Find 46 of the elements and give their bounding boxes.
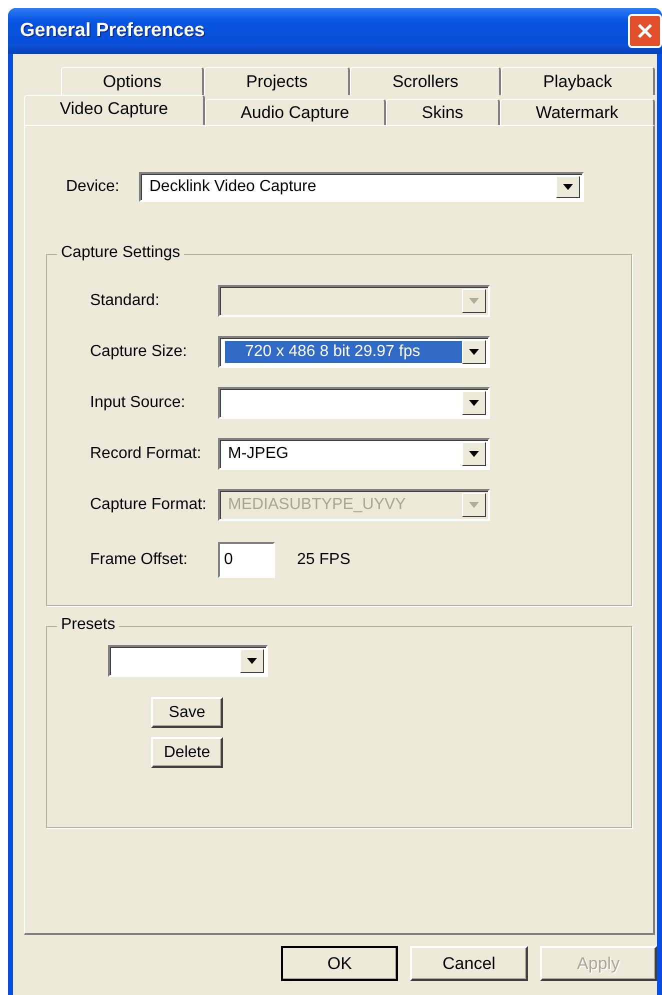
dropdown-arrow-button[interactable] (556, 176, 580, 198)
tab[interactable]: Scrollers (350, 67, 502, 95)
field-label: Capture Format: (90, 496, 208, 514)
dropdown[interactable] (218, 387, 490, 419)
tab[interactable]: Audio Capture (204, 99, 386, 125)
field-label: Frame Offset: (90, 551, 189, 569)
caret-icon (469, 400, 479, 406)
tab[interactable]: Playback (501, 67, 655, 95)
preset-button[interactable]: Save (151, 697, 223, 728)
caret-icon (469, 349, 479, 355)
dropdown[interactable]: Decklink Video Capture (139, 172, 584, 202)
close-button[interactable] (628, 14, 662, 48)
field-label: Input Source: (90, 394, 186, 412)
field-label: Record Format: (90, 445, 202, 463)
field-label: Standard: (90, 292, 160, 310)
dialog-button[interactable]: Cancel (410, 946, 528, 981)
dropdown-value: M-JPEG (227, 444, 290, 464)
field-label: Device: (66, 178, 120, 196)
dropdown-arrow-button[interactable] (462, 391, 486, 415)
tab[interactable]: Skins (386, 99, 500, 125)
dropdown-value: Decklink Video Capture (148, 177, 318, 197)
dialog-button[interactable]: OK (281, 946, 398, 981)
dropdown-value: MEDIASUBTYPE_UYVY (227, 495, 407, 515)
caret-icon (469, 298, 479, 304)
group-title: Capture Settings (57, 244, 184, 262)
tab[interactable]: Watermark (500, 99, 656, 125)
tab[interactable]: Video Capture (24, 95, 205, 125)
dropdown[interactable]: 720 x 486 8 bit 29.97 fps (218, 336, 490, 368)
caret-icon (247, 658, 257, 664)
dropdown-arrow-button[interactable] (240, 649, 264, 673)
caret-icon (469, 502, 479, 508)
tab[interactable]: Projects (204, 67, 350, 95)
dropdown-arrow-button[interactable] (462, 442, 486, 466)
close-icon (636, 22, 654, 40)
dropdown[interactable] (108, 645, 268, 677)
caret-icon (563, 184, 574, 190)
input-field[interactable]: 0 (218, 542, 275, 578)
dropdown-value: 720 x 486 8 bit 29.97 fps (225, 341, 462, 363)
dropdown[interactable]: M-JPEG (218, 438, 490, 470)
field-label: Capture Size: (90, 343, 188, 361)
caret-icon (469, 451, 479, 457)
tab[interactable]: Options (61, 67, 204, 95)
fps-label: 25 FPS (297, 551, 350, 569)
dropdown-arrow-button[interactable] (462, 340, 486, 364)
preset-button[interactable]: Delete (151, 737, 223, 768)
window-title: General Preferences (20, 20, 205, 42)
